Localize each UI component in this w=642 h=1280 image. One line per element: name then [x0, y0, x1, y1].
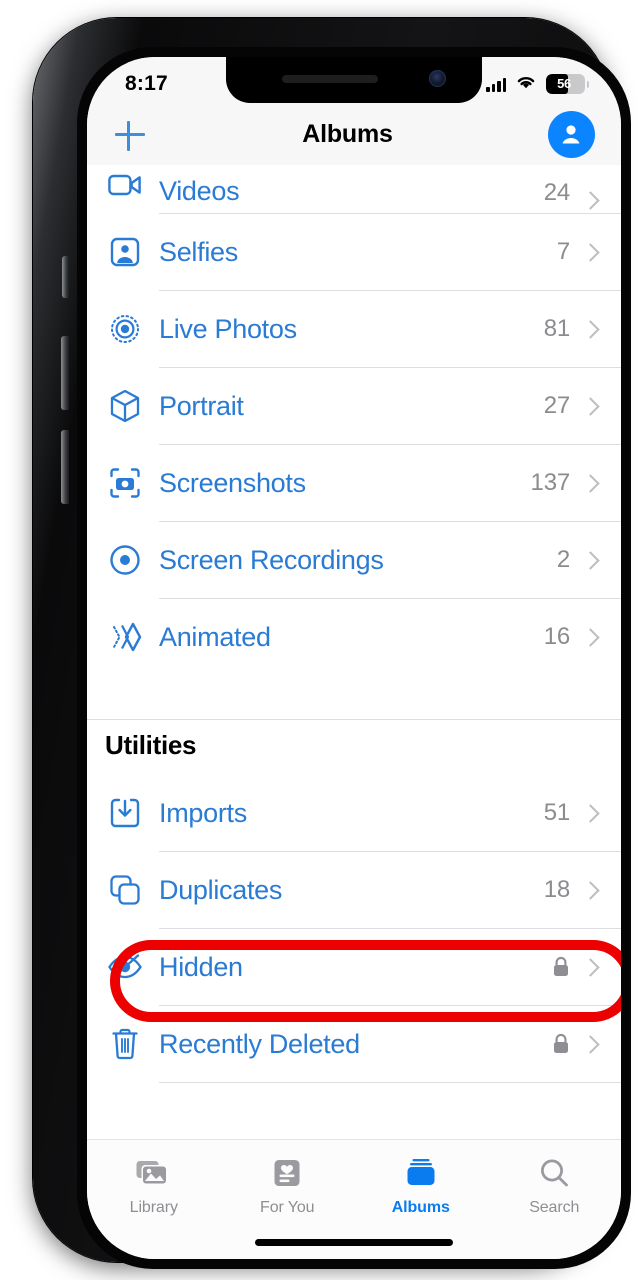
person-portrait-icon: [101, 230, 149, 274]
record-circle-icon: [101, 538, 149, 582]
tab-label: For You: [260, 1199, 315, 1216]
status-time: 8:17: [125, 72, 168, 95]
utility-row-duplicates[interactable]: Duplicates 18: [87, 852, 621, 928]
front-camera-icon: [429, 70, 446, 87]
navigation-bar: Albums: [87, 103, 621, 165]
battery-percent-label: 56: [557, 76, 571, 91]
animated-chevrons-icon: [101, 615, 149, 659]
album-count: 7: [556, 238, 570, 265]
trash-icon: [101, 1022, 149, 1066]
photo-stack-icon: [135, 1154, 173, 1192]
person-circle-icon[interactable]: [547, 110, 595, 158]
album-row-live-photos[interactable]: Live Photos 81: [87, 291, 621, 367]
section-header-utilities: Utilities: [105, 730, 197, 760]
live-photo-icon: [101, 307, 149, 351]
album-count: 2: [556, 546, 570, 573]
chevron-right-icon: [581, 1034, 600, 1054]
album-row-screen-recordings[interactable]: Screen Recordings 2: [87, 522, 621, 598]
page-title: Albums: [302, 119, 393, 148]
utility-row-hidden[interactable]: Hidden: [87, 929, 621, 1005]
screenshot-camera-icon: [101, 461, 149, 505]
chevron-right-icon: [581, 191, 600, 210]
album-label: Screen Recordings: [159, 544, 384, 575]
video-camera-icon: [101, 165, 149, 207]
cube-icon: [101, 384, 149, 428]
magnifier-icon: [538, 1154, 570, 1192]
chevron-right-icon: [581, 319, 600, 339]
battery-tip: [586, 80, 589, 88]
album-label: Portrait: [159, 390, 244, 421]
album-row-animated[interactable]: Animated 16: [87, 599, 621, 675]
tab-library[interactable]: Library: [87, 1154, 221, 1217]
phone-screen: 8:17 56 Albums Videos 24 Selfies 7 Live …: [87, 57, 621, 1259]
device-notch: [226, 57, 482, 103]
tab-label: Search: [529, 1199, 580, 1216]
album-row-selfies[interactable]: Selfies 7: [87, 214, 621, 290]
volume-down-button[interactable]: [61, 430, 69, 504]
import-tray-icon: [101, 791, 149, 835]
albums-list[interactable]: Videos 24 Selfies 7 Live Photos 81 Portr…: [87, 165, 621, 1139]
eye-slash-icon: [101, 945, 149, 989]
wifi-icon: [515, 74, 537, 95]
chevron-right-icon: [581, 803, 600, 823]
plus-icon[interactable]: [113, 117, 147, 151]
chevron-right-icon: [581, 473, 600, 493]
album-count: 137: [530, 469, 571, 496]
chevron-right-icon: [581, 880, 600, 900]
album-label: Hidden: [159, 951, 243, 982]
album-label: Animated: [159, 621, 271, 652]
chevron-right-icon: [581, 957, 600, 977]
earpiece-speaker: [282, 75, 378, 83]
lock-icon: [552, 1033, 570, 1055]
album-row-screenshots[interactable]: Screenshots 137: [87, 445, 621, 521]
utility-row-imports[interactable]: Imports 51: [87, 775, 621, 851]
albums-icon: [404, 1154, 438, 1192]
status-indicators: 56: [486, 74, 589, 95]
album-row-portrait[interactable]: Portrait 27: [87, 368, 621, 444]
album-count: 81: [543, 315, 570, 342]
album-row-videos[interactable]: Videos 24: [87, 165, 621, 213]
tab-albums[interactable]: Albums: [354, 1154, 488, 1217]
tab-for-you[interactable]: For You: [221, 1154, 355, 1217]
tab-label: Library: [129, 1199, 178, 1216]
album-label: Recently Deleted: [159, 1028, 360, 1059]
heart-card-icon: [272, 1154, 302, 1192]
chevron-right-icon: [581, 396, 600, 416]
lock-icon: [552, 956, 570, 978]
chevron-right-icon: [581, 627, 600, 647]
album-label: Videos: [159, 176, 240, 206]
album-label: Screenshots: [159, 467, 306, 498]
album-label: Selfies: [159, 236, 238, 267]
album-count: 16: [543, 623, 570, 650]
utility-row-recently-deleted[interactable]: Recently Deleted: [87, 1006, 621, 1082]
battery-indicator: 56: [546, 74, 589, 94]
section-spacer: [87, 675, 621, 719]
album-label: Live Photos: [159, 313, 297, 344]
tab-search[interactable]: Search: [488, 1154, 622, 1217]
row-divider: [159, 1082, 621, 1083]
phone-device-frame: 8:17 56 Albums Videos 24 Selfies 7 Live …: [33, 18, 631, 1269]
duplicate-squares-icon: [101, 868, 149, 912]
chevron-right-icon: [581, 242, 600, 262]
home-indicator[interactable]: [255, 1239, 453, 1246]
chevron-right-icon: [581, 550, 600, 570]
cellular-bars-icon: [486, 77, 506, 92]
volume-up-button[interactable]: [61, 336, 69, 410]
album-count: 18: [543, 876, 570, 903]
mute-switch-button[interactable]: [62, 256, 69, 298]
album-count: 24: [543, 179, 570, 206]
tab-label: Albums: [391, 1199, 450, 1216]
album-label: Duplicates: [159, 874, 283, 905]
album-label: Imports: [159, 797, 247, 828]
album-count: 51: [543, 799, 570, 826]
album-count: 27: [543, 392, 570, 419]
